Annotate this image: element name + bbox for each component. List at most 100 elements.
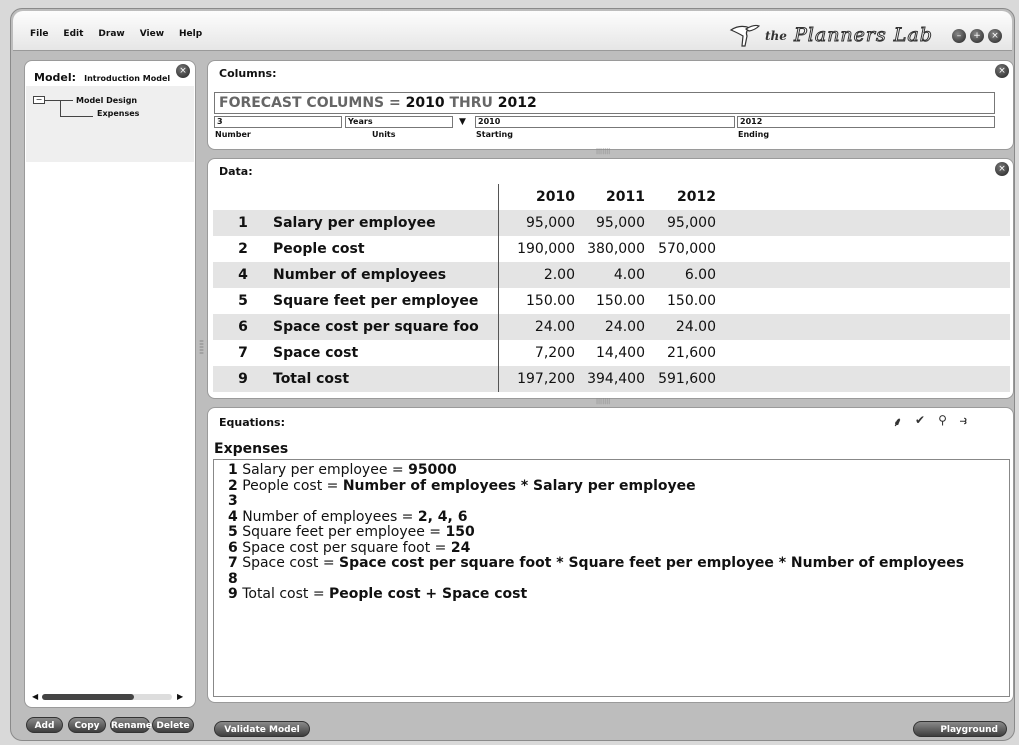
equations-text: 1 Salary per employee = 95000 2 People co… xyxy=(214,460,1009,603)
row-label[interactable]: People cost xyxy=(273,236,499,262)
data-cell[interactable]: 197,200 xyxy=(498,366,575,392)
row-label[interactable]: Number of employees xyxy=(273,262,499,288)
equation-rhs: Number of employees * Salary per employe… xyxy=(342,477,696,494)
equation-rhs: People cost + Space cost xyxy=(329,586,528,602)
brand-logo-area: the Planners Lab xyxy=(728,22,943,48)
forecast-columns-field[interactable]: FORECAST COLUMNS = 2010 THRU 2012 xyxy=(214,92,995,114)
scroll-right-icon[interactable]: ▶ xyxy=(177,692,183,701)
data-cell[interactable]: 6.00 xyxy=(645,262,716,288)
equation-rhs: 2, 4, 6 xyxy=(417,508,468,525)
data-cell[interactable]: 570,000 xyxy=(645,236,716,262)
rename-button[interactable]: Rename xyxy=(110,717,152,733)
equation-lhs: Space cost per square foot = xyxy=(242,539,451,556)
wand-icon[interactable]: ⸙ xyxy=(893,413,902,430)
data-cell[interactable]: 95,000 xyxy=(575,210,645,236)
delete-button[interactable]: Delete xyxy=(152,717,194,733)
forecast-thru: THRU xyxy=(444,95,498,111)
data-resize-grip[interactable]: ||||||| xyxy=(596,398,610,405)
row-number: 5 xyxy=(238,293,248,309)
data-close-icon[interactable]: × xyxy=(995,162,1009,176)
equation-rhs: 150 xyxy=(445,524,475,540)
menu-file[interactable]: File xyxy=(30,29,48,39)
maximize-icon[interactable]: + xyxy=(970,29,984,43)
data-cell[interactable]: 150.00 xyxy=(498,288,575,314)
starting-field[interactable]: 2010 xyxy=(475,116,735,128)
forecast-end: 2012 xyxy=(497,95,537,111)
tree-item-expenses[interactable]: Expenses xyxy=(97,109,139,118)
tree-connector-vertical xyxy=(60,100,61,116)
menu-help[interactable]: Help xyxy=(179,29,202,39)
empty-cell xyxy=(716,288,1010,314)
data-cell[interactable]: 591,600 xyxy=(645,366,716,392)
data-cell[interactable]: 2.00 xyxy=(498,262,575,288)
data-cell[interactable]: 7,200 xyxy=(498,340,575,366)
tree-connector-child xyxy=(60,116,93,117)
data-cell[interactable]: 14,400 xyxy=(575,340,645,366)
row-label[interactable]: Salary per employee xyxy=(273,210,499,236)
data-table: 2010 2011 2012 1 Salary per employee 95,00… xyxy=(213,184,1010,392)
col-header-2011[interactable]: 2011 xyxy=(575,184,645,210)
minimize-icon[interactable]: – xyxy=(952,29,966,43)
bird-logo-icon xyxy=(729,24,761,47)
data-cell[interactable]: 4.00 xyxy=(575,262,645,288)
data-cell[interactable]: 95,000 xyxy=(645,210,716,236)
col-header-2012[interactable]: 2012 xyxy=(645,184,716,210)
close-icon[interactable]: × xyxy=(988,29,1002,43)
equation-line: 2 People cost = Number of employees * Sa… xyxy=(228,477,1009,495)
equation-line: 9 Total cost = People cost + Space cost xyxy=(228,586,1009,603)
tree-item-model-design[interactable]: Model Design xyxy=(76,96,137,105)
scrollbar-thumb[interactable] xyxy=(42,694,134,700)
check-icon[interactable]: ✔ xyxy=(915,413,925,430)
col-header-2010[interactable]: 2010 xyxy=(498,184,575,210)
empty-cell xyxy=(716,210,1010,236)
data-cell[interactable]: 190,000 xyxy=(498,236,575,262)
number-field[interactable]: 3 xyxy=(214,116,342,128)
units-select[interactable]: Years xyxy=(345,116,453,128)
equations-heading: Expenses xyxy=(214,441,289,457)
equation-number: 9 xyxy=(228,586,238,602)
playground-button[interactable]: Playground xyxy=(913,721,1007,737)
menu-edit[interactable]: Edit xyxy=(63,29,83,39)
data-cell[interactable]: 150.00 xyxy=(575,288,645,314)
columns-close-icon[interactable]: × xyxy=(995,64,1009,78)
row-label[interactable]: Space cost per square foo xyxy=(273,314,499,340)
starting-label: Starting xyxy=(476,130,513,139)
data-cell[interactable]: 150.00 xyxy=(645,288,716,314)
data-cell[interactable]: 24.00 xyxy=(498,314,575,340)
data-cell[interactable]: 24.00 xyxy=(645,314,716,340)
empty-cell xyxy=(716,366,1010,392)
equation-lhs: Number of employees = xyxy=(242,508,418,525)
data-cell[interactable]: 21,600 xyxy=(645,340,716,366)
row-label[interactable]: Total cost xyxy=(273,366,499,392)
scroll-left-icon[interactable]: ◀ xyxy=(32,692,38,701)
zoom-arrow-icon[interactable]: ⥽ xyxy=(960,413,967,430)
equation-rhs: 24 xyxy=(450,539,471,556)
ending-field[interactable]: 2012 xyxy=(737,116,995,128)
menu-draw[interactable]: Draw xyxy=(98,29,124,39)
forecast-start: 2010 xyxy=(405,95,445,111)
add-button[interactable]: Add xyxy=(26,717,63,733)
equation-line: 1 Salary per employee = 95000 xyxy=(228,462,1009,479)
columns-resize-grip[interactable]: ||||||| xyxy=(596,148,610,155)
collapse-icon[interactable]: − xyxy=(33,96,45,104)
equation-number: 7 xyxy=(228,555,238,571)
row-label[interactable]: Space cost xyxy=(273,340,499,366)
menu-view[interactable]: View xyxy=(140,29,164,39)
copy-button[interactable]: Copy xyxy=(68,717,106,733)
sidebar-resize-grip[interactable]: = = = = = xyxy=(199,339,205,357)
search-icon[interactable]: ⚲ xyxy=(938,413,947,430)
units-dropdown-icon[interactable]: ▼ xyxy=(459,117,466,127)
brand-prefix: the xyxy=(765,29,787,43)
data-cell[interactable]: 24.00 xyxy=(575,314,645,340)
row-number: 7 xyxy=(238,345,248,361)
equation-number: 2 xyxy=(228,477,238,494)
equations-editor[interactable]: 1 Salary per employee = 95000 2 People co… xyxy=(213,459,1010,697)
data-cell[interactable]: 394,400 xyxy=(575,366,645,392)
data-cell[interactable]: 95,000 xyxy=(498,210,575,236)
validate-model-button[interactable]: Validate Model xyxy=(214,721,310,737)
model-close-icon[interactable]: × xyxy=(176,64,190,78)
equation-line: 7 Space cost = Space cost per square foo… xyxy=(228,555,1009,572)
data-cell[interactable]: 380,000 xyxy=(575,236,645,262)
data-header-row: 2010 2011 2012 xyxy=(213,184,1010,210)
row-label[interactable]: Square feet per employee xyxy=(273,288,499,314)
